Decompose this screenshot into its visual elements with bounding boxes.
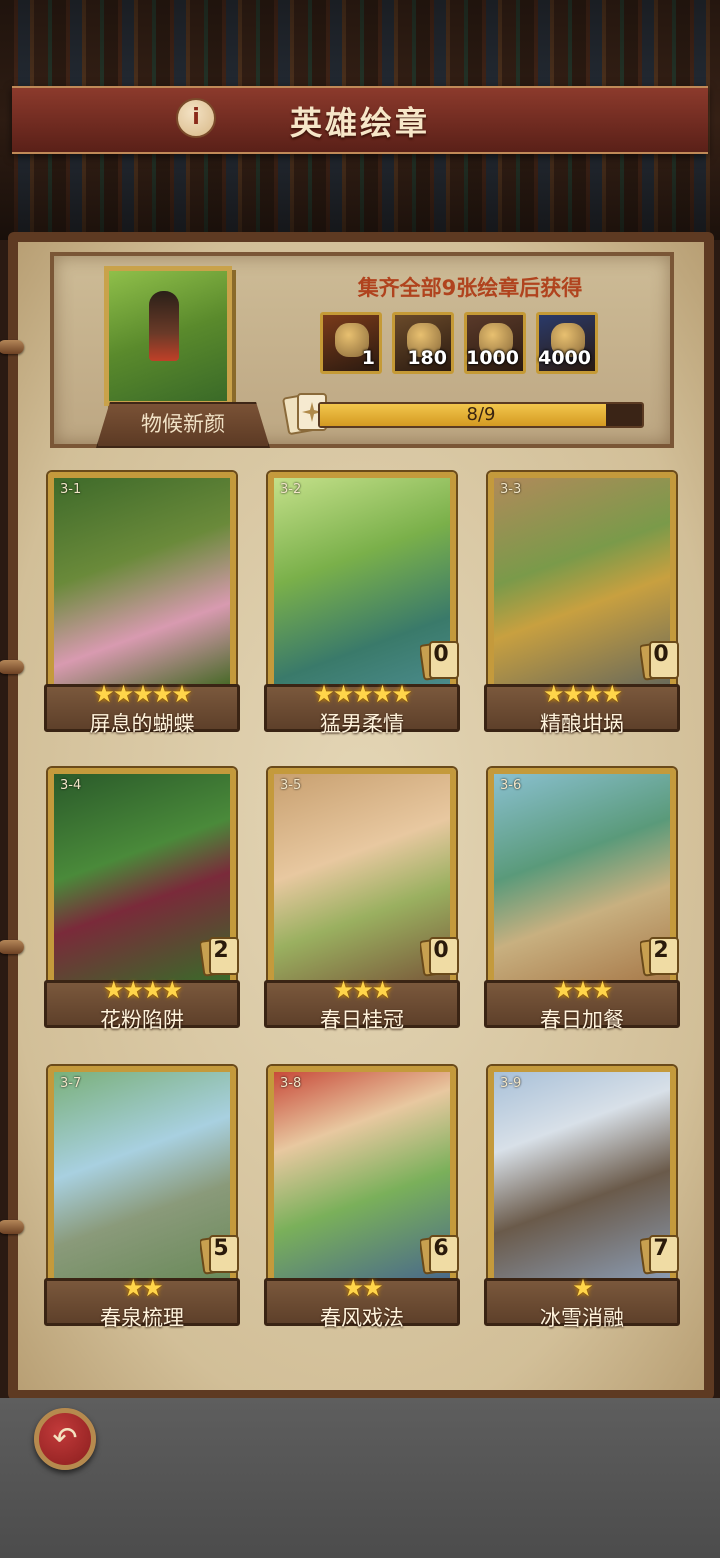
reward-count: 4000 — [538, 347, 591, 369]
star-rating: ★★ — [122, 1274, 163, 1302]
card-name: 精酿坩埚 — [540, 712, 624, 736]
binder-ring — [0, 660, 24, 674]
duplicate-count: 2 — [653, 938, 669, 963]
hero-card-3-7[interactable]: 3-7 5 ★★ 春泉梳理 — [44, 1066, 240, 1340]
card-name: 春日加餐 — [540, 1008, 624, 1032]
star-rating: ★★★ — [552, 976, 614, 1004]
reward-title: 集齐全部9张绘章后获得 — [357, 276, 583, 300]
reward-count: 1000 — [466, 347, 519, 369]
card-index: 3-1 — [60, 482, 82, 497]
duplicate-count: 5 — [213, 1236, 229, 1261]
hero-card-3-6[interactable]: 3-6 2 ★★★ 春日加餐 — [484, 768, 680, 1042]
duplicate-count: 0 — [653, 642, 669, 667]
duplicate-count: 0 — [433, 938, 449, 963]
card-art — [54, 478, 230, 684]
hero-card-3-5[interactable]: 3-5 0 ★★★ 春日桂冠 — [264, 768, 460, 1042]
info-icon: i — [192, 105, 200, 130]
card-name: 猛男柔情 — [320, 712, 404, 736]
card-name: 春风戏法 — [320, 1306, 404, 1330]
hero-card-3-4[interactable]: 3-4 2 ★★★★ 花粉陷阱 — [44, 768, 240, 1042]
card-name: 冰雪消融 — [540, 1306, 624, 1330]
collection-progress-bar: 8/9 — [318, 402, 644, 428]
reward-item[interactable]: 1000 — [464, 312, 526, 374]
reward-count: 180 — [407, 347, 447, 369]
duplicate-count: 0 — [433, 642, 449, 667]
reward-item[interactable]: 4000 — [536, 312, 598, 374]
binder-ring — [0, 1220, 24, 1234]
duplicate-count: 7 — [653, 1236, 669, 1261]
duplicate-count: 6 — [433, 1236, 449, 1261]
card-name: 春日桂冠 — [320, 1008, 404, 1032]
card-index: 3-4 — [60, 778, 82, 793]
card-index: 3-6 — [500, 778, 522, 793]
reward-item[interactable]: 1 — [320, 312, 382, 374]
binder-ring — [0, 940, 24, 954]
card-index: 3-5 — [280, 778, 302, 793]
card-index: 3-2 — [280, 482, 302, 497]
card-index: 3-9 — [500, 1076, 522, 1091]
star-rating: ★★ — [342, 1274, 383, 1302]
hero-card-3-3[interactable]: 3-3 0 ★★★★ 精酿坩埚 — [484, 472, 680, 746]
star-rating: ★ — [572, 1274, 594, 1302]
page-title: 英雄绘章 — [289, 104, 430, 142]
album-cover-image[interactable] — [104, 266, 232, 406]
info-button[interactable]: i — [176, 98, 216, 138]
back-button[interactable]: ↶ — [34, 1408, 96, 1470]
bottom-bar — [0, 1398, 720, 1558]
title-banner: 英雄绘章 — [12, 86, 708, 154]
reward-count: 1 — [361, 347, 375, 369]
duplicate-count: 2 — [213, 938, 229, 963]
card-index: 3-3 — [500, 482, 522, 497]
star-rating: ★★★★ — [542, 680, 623, 708]
album-cover-label: 物候新颜 — [96, 402, 270, 448]
back-icon: ↶ — [52, 1421, 78, 1456]
card-frame: 3-1 — [48, 472, 236, 690]
card-name: 屏息的蝴蝶 — [89, 712, 195, 736]
card-name: 春泉梳理 — [100, 1306, 184, 1330]
star-rating: ★★★★★ — [93, 680, 193, 708]
card-index: 3-7 — [60, 1076, 82, 1091]
binder-ring — [0, 340, 24, 354]
card-index: 3-8 — [280, 1076, 302, 1091]
hero-card-3-9[interactable]: 3-9 7 ★ 冰雪消融 — [484, 1066, 680, 1340]
binder-rings — [0, 320, 24, 1300]
hero-card-3-2[interactable]: 3-2 0 ★★★★★ 猛男柔情 — [264, 472, 460, 746]
hero-card-3-1[interactable]: 3-1 ★★★★★ 屏息的蝴蝶 — [44, 472, 240, 746]
progress-text: 8/9 — [466, 404, 496, 425]
card-name: 花粉陷阱 — [100, 1008, 184, 1032]
star-rating: ★★★★★ — [313, 680, 413, 708]
star-rating: ★★★★ — [102, 976, 183, 1004]
star-rating: ★★★ — [332, 976, 394, 1004]
reward-item[interactable]: 180 — [392, 312, 454, 374]
hero-card-3-8[interactable]: 3-8 6 ★★ 春风戏法 — [264, 1066, 460, 1340]
